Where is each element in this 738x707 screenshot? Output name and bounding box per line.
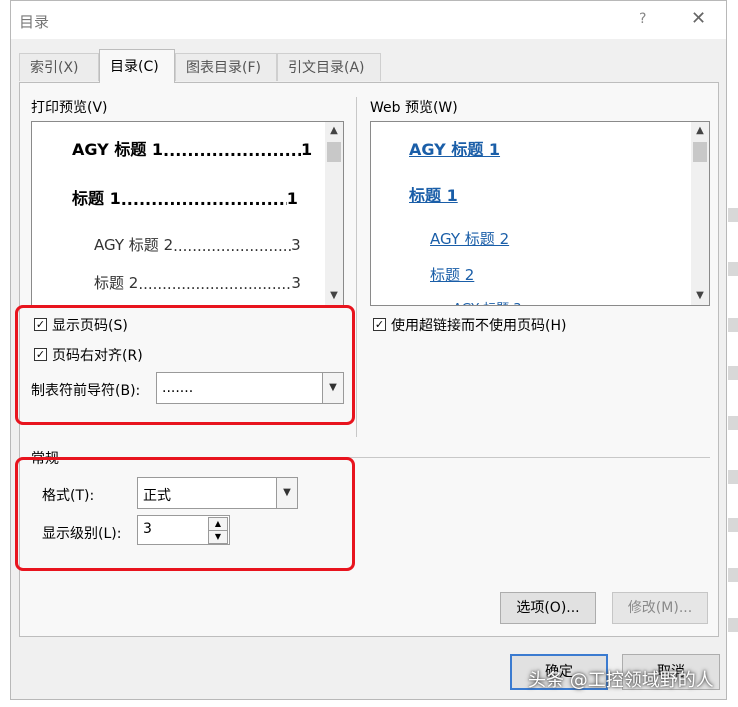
tab-table-of-authorities[interactable]: 引文目录(A) (277, 53, 381, 81)
background-window-edge (728, 366, 738, 380)
help-button[interactable]: ? (639, 11, 646, 27)
web-preview-box: AGY 标题 1 标题 1 AGY 标题 2 标题 2 AGY 标题 3 ▲ ▼ (370, 121, 710, 306)
web-preview-link: 标题 2 (430, 266, 475, 284)
background-window-edge (728, 518, 738, 532)
highlight-box-options (15, 305, 355, 425)
dialog-title: 目录 (19, 13, 50, 31)
background-window-edge (728, 416, 738, 430)
web-preview-scrollbar[interactable]: ▲ ▼ (691, 122, 709, 305)
title-bar: 目录 ? ✕ (11, 1, 726, 39)
tab-toc[interactable]: 目录(C) (99, 49, 175, 83)
web-preview-link: AGY 标题 3 (453, 298, 522, 305)
chevron-down-icon[interactable]: ▼ (691, 287, 709, 305)
print-preview-scrollbar[interactable]: ▲ ▼ (325, 122, 343, 305)
tab-table-of-figures[interactable]: 图表目录(F) (175, 53, 277, 81)
use-hyperlinks-checkbox[interactable]: ✓ (373, 318, 386, 331)
highlight-box-general (15, 457, 355, 571)
web-preview-link: 标题 1 (409, 186, 458, 205)
background-window-edge (728, 470, 738, 484)
chevron-up-icon[interactable]: ▲ (325, 122, 343, 140)
use-hyperlinks-label: 使用超链接而不使用页码(H) (391, 318, 567, 334)
background-window-edge (728, 208, 738, 222)
background-window-edge (728, 618, 738, 632)
web-preview-label: Web 预览(W) (370, 100, 458, 116)
print-preview-box: AGY 标题 1................................… (31, 121, 344, 306)
close-icon[interactable]: ✕ (691, 8, 706, 29)
web-preview-link: AGY 标题 1 (409, 140, 501, 159)
background-window-edge (728, 568, 738, 582)
scroll-thumb[interactable] (327, 142, 341, 162)
modify-button[interactable]: 修改(M)... (612, 592, 708, 624)
print-preview-entry: AGY 标题 1................................… (72, 140, 313, 160)
web-preview-link: AGY 标题 2 (430, 230, 510, 248)
print-preview-entry: 标题 1....................................… (72, 189, 298, 209)
chevron-up-icon[interactable]: ▲ (691, 122, 709, 140)
options-button[interactable]: 选项(O)... (500, 592, 596, 624)
print-preview-entry: 标题 2....................................… (94, 274, 301, 293)
background-window-edge (728, 318, 738, 332)
print-preview-entry: AGY 标题 2................................… (94, 236, 301, 255)
watermark: 头条 @工控领域野的人 (528, 670, 714, 691)
print-preview-label: 打印预览(V) (31, 100, 108, 116)
tab-index[interactable]: 索引(X) (19, 53, 99, 81)
background-window-edge (728, 262, 738, 276)
scroll-thumb[interactable] (693, 142, 707, 162)
vertical-divider (356, 97, 357, 437)
chevron-down-icon[interactable]: ▼ (325, 287, 343, 305)
